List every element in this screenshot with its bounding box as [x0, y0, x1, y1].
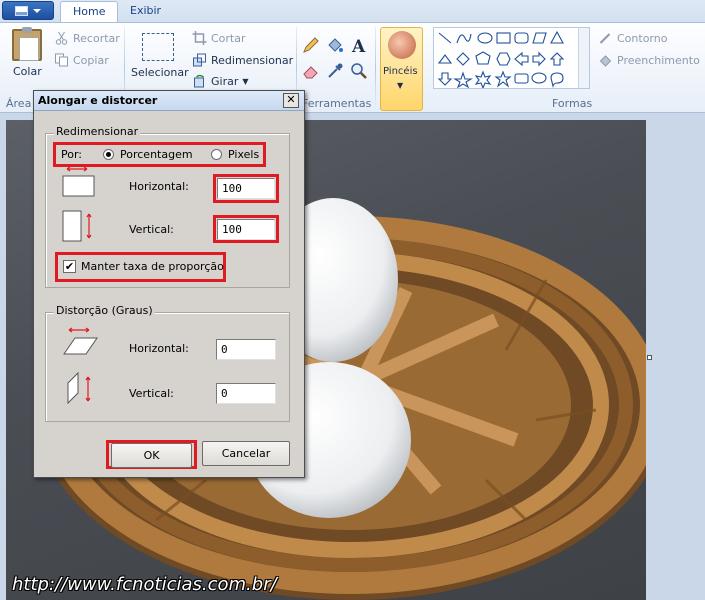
skew-vertical-input[interactable]: 0: [216, 383, 276, 404]
text-icon[interactable]: A: [349, 35, 369, 55]
brush-icon: [388, 31, 416, 59]
vertical-resize-icon: [62, 210, 92, 242]
crop-icon: [192, 31, 207, 45]
paste-button[interactable]: Colar: [13, 65, 42, 78]
select-button[interactable]: Selecionar: [131, 66, 189, 79]
dropdown-arrow-icon: ▼: [397, 81, 404, 90]
shapes-gallery[interactable]: [433, 27, 590, 89]
resize-vertical-input[interactable]: 100: [217, 219, 275, 240]
radio-pixels[interactable]: [211, 149, 222, 160]
cancel-button[interactable]: Cancelar: [202, 441, 290, 466]
dropdown-arrow-icon: ▼: [242, 76, 249, 86]
by-label: Por:: [61, 148, 83, 161]
tab-view[interactable]: Exibir: [118, 1, 173, 22]
tools-group-label: Ferramentas: [302, 97, 372, 110]
resize-label: Redimensionar: [211, 53, 294, 67]
brushes-label: Pincéis: [383, 66, 418, 77]
fill-shape-label: Preenchimento: [617, 53, 700, 67]
paint-menu-icon: [15, 5, 28, 16]
clipboard-group-label: Área: [6, 97, 32, 110]
select-icon[interactable]: [142, 33, 174, 61]
skew-horizontal-input[interactable]: 0: [216, 339, 276, 360]
cut-button[interactable]: Recortar: [54, 31, 120, 45]
resize-button[interactable]: Redimensionar: [192, 53, 293, 67]
radio-pixels-label[interactable]: Pixels: [228, 148, 259, 161]
resize-legend: Redimensionar: [54, 125, 141, 138]
shapes-group-label: Formas: [552, 97, 593, 110]
crop-label: Cortar: [211, 31, 246, 45]
rotate-label: Girar: [211, 74, 239, 88]
ok-button[interactable]: OK: [111, 443, 192, 468]
application-menu-button[interactable]: [2, 1, 54, 20]
watermark-url: http://www.fcnoticias.com.br/: [12, 574, 277, 595]
tab-home[interactable]: Home: [60, 1, 119, 22]
horizontal-skew-icon: [63, 327, 98, 355]
copy-icon: [55, 53, 68, 67]
svg-text:A: A: [351, 37, 366, 55]
outline-button[interactable]: Contorno: [598, 31, 667, 45]
outline-label: Contorno: [617, 31, 668, 45]
radio-percentage-label[interactable]: Porcentagem: [120, 148, 193, 161]
vertical-skew-icon: [67, 371, 91, 405]
resize-vertical-label: Vertical:: [129, 223, 174, 236]
resize-horizontal-input[interactable]: 100: [217, 178, 275, 199]
dialog-title: Alongar e distorcer: [38, 94, 158, 107]
skew-vertical-label: Vertical:: [129, 387, 174, 400]
color-picker-icon[interactable]: [325, 61, 345, 81]
magnifier-icon[interactable]: [349, 61, 369, 81]
shapes-icons: [437, 30, 565, 88]
cut-label: Recortar: [73, 31, 120, 45]
canvas-resize-handle[interactable]: [647, 355, 652, 360]
radio-percentage[interactable]: [103, 149, 114, 160]
crop-button[interactable]: Cortar: [192, 31, 246, 45]
copy-button[interactable]: Copiar: [54, 53, 109, 67]
copy-label: Copiar: [73, 53, 109, 67]
dropdown-arrow-icon: [33, 8, 41, 13]
paste-icon[interactable]: [12, 27, 42, 61]
fill-icon[interactable]: [325, 35, 345, 55]
shape-fill-icon: [599, 55, 612, 67]
horizontal-resize-icon: [62, 166, 95, 197]
skew-legend: Distorção (Graus): [54, 304, 155, 317]
skew-horizontal-label: Horizontal:: [129, 342, 189, 355]
rotate-button[interactable]: Girar ▼: [192, 74, 249, 88]
pencil-icon[interactable]: [301, 35, 321, 55]
close-icon[interactable]: ✕: [283, 93, 299, 108]
resize-icon: [193, 53, 206, 67]
stretch-skew-dialog: Alongar e distorcer ✕ Redimensionar Por:…: [33, 90, 305, 478]
outline-icon: [599, 33, 611, 44]
scissors-icon: [55, 31, 68, 45]
shapes-gallery-scrollbar[interactable]: [578, 28, 589, 88]
eraser-icon[interactable]: [301, 61, 321, 81]
keep-ratio-label[interactable]: Manter taxa de proporção: [81, 260, 224, 273]
keep-ratio-checkbox[interactable]: ✔: [63, 260, 76, 273]
resize-horizontal-label: Horizontal:: [129, 180, 189, 193]
fill-shape-button[interactable]: Preenchimento: [598, 53, 700, 67]
rotate-icon: [194, 74, 204, 88]
